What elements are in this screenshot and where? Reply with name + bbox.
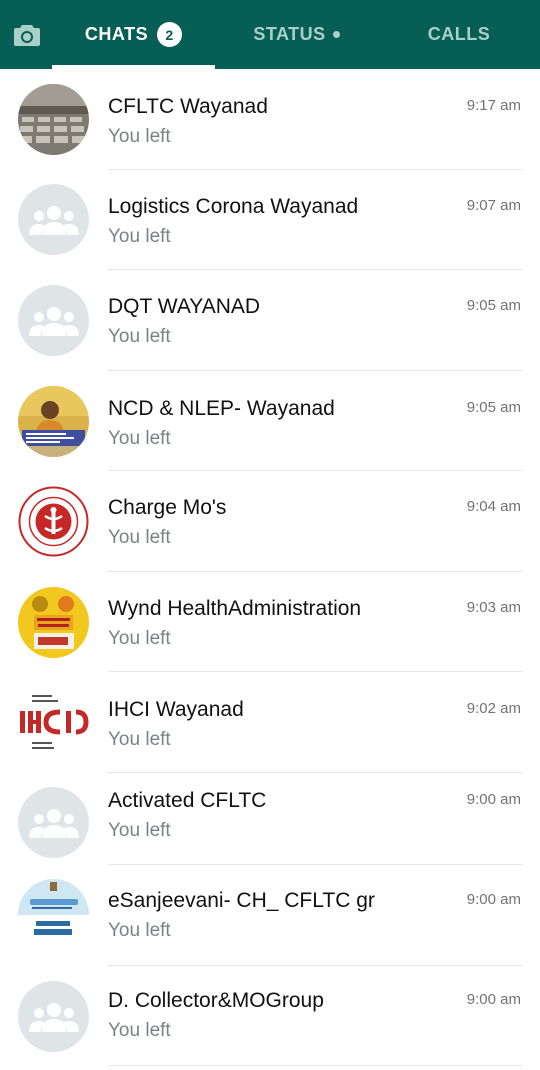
tab-calls[interactable]: CALLS — [378, 0, 540, 69]
logo-avatar — [18, 879, 89, 950]
chat-preview: You left — [108, 729, 171, 750]
chat-row[interactable]: eSanjeevani- CH_ CFLTC gr You left 9:00 … — [0, 865, 540, 966]
tab-chats[interactable]: CHATS 2 — [52, 0, 215, 69]
chat-row[interactable]: IHCI Wayanad You left 9:02 am — [0, 672, 540, 773]
chat-time: 9:00 am — [466, 991, 521, 1008]
chat-name: Charge Mo's — [108, 496, 227, 519]
chat-row[interactable]: DQT WAYANAD You left 9:05 am — [0, 270, 540, 371]
chat-time: 9:07 am — [466, 197, 521, 214]
chat-avatar[interactable] — [18, 84, 89, 155]
unread-count-badge: 2 — [157, 22, 183, 47]
photo-avatar — [18, 587, 89, 658]
chat-time: 9:00 am — [466, 791, 521, 808]
chat-row[interactable]: D. Collector&MOGroup You left 9:00 am — [0, 966, 540, 1066]
chat-avatar[interactable] — [18, 587, 89, 658]
chat-row[interactable]: NCD & NLEP- Wayanad You left 9:05 am — [0, 371, 540, 471]
group-icon — [28, 306, 79, 336]
chat-avatar[interactable] — [18, 285, 89, 356]
chat-list: CFLTC Wayanad You left 9:17 am Logistics… — [0, 69, 540, 1066]
group-icon — [28, 205, 79, 235]
chat-row[interactable]: Activated CFLTC You left 9:00 am — [0, 773, 540, 865]
chat-time: 9:03 am — [466, 599, 521, 616]
top-tab-bar: CHATS 2 STATUS CALLS — [0, 0, 540, 69]
chat-time: 9:05 am — [466, 297, 521, 314]
chat-name: Wynd HealthAdministration — [108, 597, 362, 620]
tab-status[interactable]: STATUS — [215, 0, 378, 69]
tab-status-label: STATUS — [253, 24, 326, 44]
logo-avatar — [18, 687, 89, 758]
chat-avatar[interactable] — [18, 687, 89, 758]
row-divider — [108, 1065, 523, 1066]
chat-time: 9:04 am — [466, 498, 521, 515]
chat-avatar[interactable] — [18, 486, 89, 557]
chat-row[interactable]: CFLTC Wayanad You left 9:17 am — [0, 69, 540, 170]
chat-avatar[interactable] — [18, 787, 89, 858]
camera-button[interactable] — [0, 0, 52, 69]
chat-name: Logistics Corona Wayanad — [108, 195, 359, 218]
status-update-dot — [332, 31, 340, 38]
chat-name: IHCI Wayanad — [108, 698, 244, 721]
chat-row[interactable]: Wynd HealthAdministration You left 9:03 … — [0, 572, 540, 672]
tab-calls-label: CALLS — [427, 24, 491, 44]
seal-avatar — [18, 486, 89, 557]
group-icon — [28, 808, 79, 838]
chat-preview: You left — [108, 326, 171, 347]
chat-time: 9:02 am — [466, 700, 521, 717]
chat-avatar[interactable] — [18, 981, 89, 1052]
chat-name: DQT WAYANAD — [108, 295, 261, 318]
chat-preview: You left — [108, 1020, 171, 1041]
chat-avatar[interactable] — [18, 184, 89, 255]
chat-name: eSanjeevani- CH_ CFLTC gr — [108, 889, 375, 912]
chat-time: 9:17 am — [466, 97, 521, 114]
chat-preview: You left — [108, 820, 171, 841]
chat-time: 9:00 am — [466, 891, 521, 908]
photo-avatar — [18, 84, 89, 155]
chat-preview: You left — [108, 126, 171, 147]
tab-chats-label: CHATS — [84, 24, 149, 44]
chat-row[interactable]: Charge Mo's You left 9:04 am — [0, 471, 540, 572]
chat-time: 9:05 am — [466, 399, 521, 416]
chat-name: D. Collector&MOGroup — [108, 989, 324, 1012]
group-icon — [28, 1002, 79, 1032]
chat-name: Activated CFLTC — [108, 789, 267, 812]
chat-preview: You left — [108, 920, 171, 941]
chat-name: NCD & NLEP- Wayanad — [108, 397, 335, 420]
chat-preview: You left — [108, 527, 171, 548]
chat-preview: You left — [108, 226, 171, 247]
photo-avatar — [18, 386, 89, 457]
chat-row[interactable]: Logistics Corona Wayanad You left 9:07 a… — [0, 170, 540, 270]
chat-avatar[interactable] — [18, 879, 89, 950]
chat-preview: You left — [108, 628, 171, 649]
chat-name: CFLTC Wayanad — [108, 95, 268, 118]
camera-icon — [14, 24, 40, 46]
chat-preview: You left — [108, 428, 171, 449]
chat-avatar[interactable] — [18, 386, 89, 457]
